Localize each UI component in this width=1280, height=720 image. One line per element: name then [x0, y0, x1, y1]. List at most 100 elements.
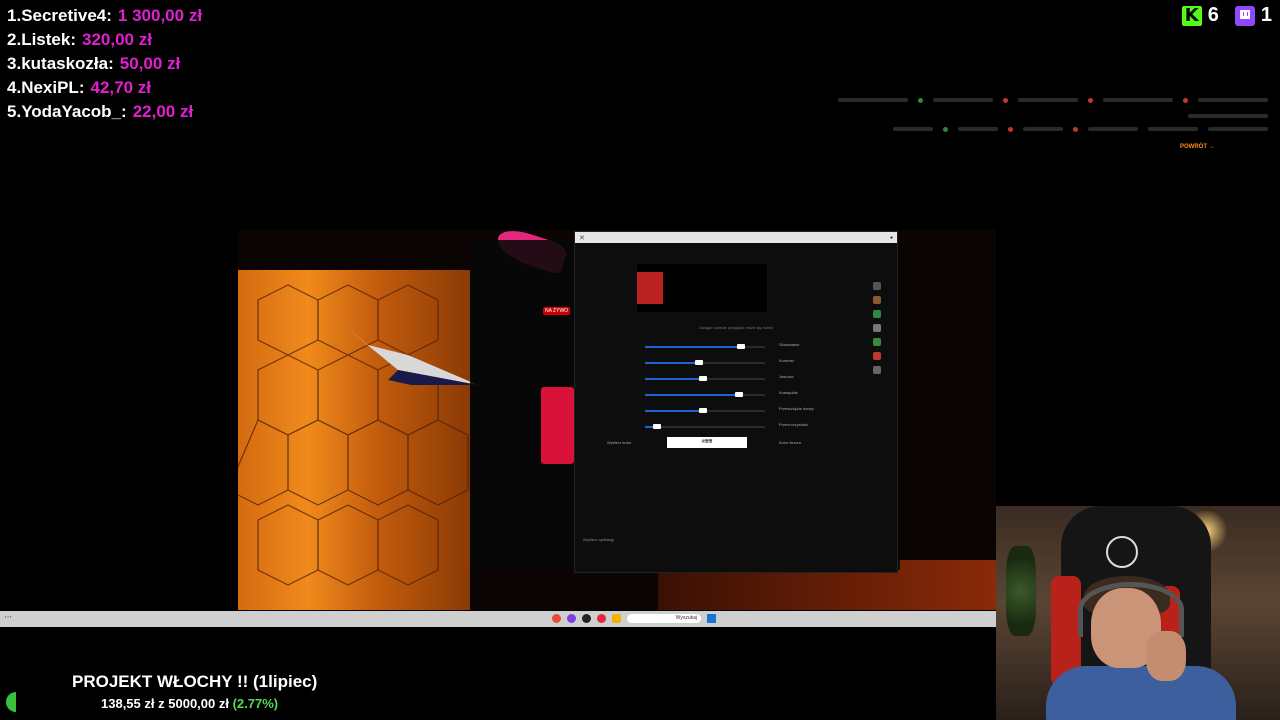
- tab-favicon-icon: [1088, 97, 1093, 103]
- address-bar-text: [1188, 114, 1268, 118]
- leaderboard-row: 5. YodaYacob_: 22,00 zł: [7, 102, 202, 126]
- slider-label: Kontrast: [779, 358, 794, 363]
- bookmark-item[interactable]: [893, 127, 933, 131]
- live-tag: NA ŻYWO: [543, 307, 571, 315]
- close-icon[interactable]: ✕: [579, 234, 585, 242]
- slider-label: Przezroczystość: [779, 422, 809, 427]
- back-link[interactable]: POWRÓT →: [1180, 144, 1215, 150]
- slider-thumb[interactable]: [695, 360, 703, 365]
- bookmark-item[interactable]: [958, 127, 998, 131]
- leaderboard-name: NexiPL:: [21, 78, 85, 97]
- leaderboard-rank: 4.: [7, 78, 22, 97]
- plant: [1006, 546, 1036, 636]
- app-icon[interactable]: [873, 296, 881, 304]
- leaderboard-rank: 1.: [7, 6, 22, 25]
- taskbar-apps: Wyszukaj: [552, 614, 716, 623]
- slider-thumb[interactable]: [698, 376, 707, 381]
- browser-tab-strip: [838, 96, 1268, 104]
- browser-tab[interactable]: [1198, 98, 1268, 102]
- twitch-viewer-count: 1: [1234, 4, 1272, 27]
- slider-thumb[interactable]: [653, 424, 661, 429]
- slider-label: Krawędzie: [779, 390, 798, 395]
- goal-progress-text: 138,55 zł z 5000,00 zł (2.77%): [101, 696, 278, 711]
- streamer-hand: [1146, 631, 1186, 681]
- folder-icon[interactable]: [612, 614, 621, 623]
- kick-count-value: 6: [1207, 4, 1219, 26]
- goal-raised: 138,55 zł: [101, 696, 155, 711]
- leaderboard-rank: 5.: [7, 102, 22, 121]
- kick-icon: [1181, 5, 1202, 26]
- chrome-icon[interactable]: [552, 614, 561, 623]
- bookmark-icon: [1073, 126, 1078, 132]
- app-icon[interactable]: [873, 282, 881, 290]
- slider-opacity[interactable]: Przezroczystość: [605, 422, 835, 432]
- slider-track[interactable]: [645, 426, 765, 428]
- leaderboard-amount: 42,70 zł: [90, 78, 151, 97]
- viewer-counters: 6 1: [1181, 4, 1272, 27]
- app-icon[interactable]: [873, 324, 881, 332]
- slider-contrast[interactable]: Kontrast: [605, 358, 835, 368]
- bookmark-item[interactable]: [1148, 127, 1198, 131]
- slider-label: Jasność: [779, 374, 794, 379]
- browser-tab[interactable]: [838, 98, 908, 102]
- app-icon[interactable]: [873, 366, 881, 374]
- twitch-icon: [1234, 5, 1255, 26]
- taskbar-search[interactable]: Wyszukaj: [627, 614, 701, 623]
- color-key-row: Wybierz kolor #ffffff Kolor klucza: [605, 437, 835, 449]
- slider-brightness[interactable]: Jasność: [605, 374, 835, 384]
- wood-hex-pattern: [238, 284, 469, 586]
- app-picker-label[interactable]: Wybierz aplikację: [583, 537, 614, 542]
- slider-thumb[interactable]: [737, 344, 745, 349]
- app-icon[interactable]: [873, 338, 881, 346]
- browser-tab[interactable]: [1103, 98, 1173, 102]
- browser-tab[interactable]: [1018, 98, 1078, 102]
- kick-viewer-count: 6: [1181, 4, 1219, 27]
- windows-start-icon[interactable]: [707, 614, 716, 623]
- color-value-field[interactable]: #ffffff: [667, 437, 747, 448]
- slider-fill: [645, 346, 741, 348]
- browser-bookmarks-bar: [893, 125, 1268, 133]
- preview-image: [637, 272, 663, 304]
- red-card: [541, 387, 574, 464]
- browser-tab[interactable]: [933, 98, 993, 102]
- leaderboard-rank: 3.: [7, 54, 22, 73]
- goal-target: 5000,00 zł: [168, 696, 229, 711]
- bookmark-item[interactable]: [1088, 127, 1138, 131]
- obs-icon[interactable]: [582, 614, 591, 623]
- streamer-shirt: [1046, 666, 1236, 720]
- app-icon[interactable]: [567, 614, 576, 623]
- slider-fill: [645, 394, 739, 396]
- goal-separator: z: [158, 696, 165, 711]
- goal-progress-ring: [6, 692, 16, 712]
- tray-icon[interactable]: ▪ ▪ ▪: [5, 614, 11, 619]
- leaderboard-amount: 50,00 zł: [119, 54, 181, 73]
- windows-taskbar: ▪ ▪ ▪ Wyszukaj: [0, 611, 996, 627]
- opera-icon[interactable]: [597, 614, 606, 623]
- color-label-left: Wybierz kolor: [607, 440, 632, 445]
- app-icon[interactable]: [873, 310, 881, 318]
- browser-address-bar[interactable]: [1188, 112, 1268, 120]
- slider-thumb[interactable]: [698, 408, 707, 413]
- leaderboard-name: YodaYacob_:: [21, 102, 127, 121]
- filter-settings-dialog: ✕ ● Uwaga: rozmiar podglądu może się róż…: [574, 231, 898, 573]
- leaderboard-rank: 2.: [7, 30, 22, 49]
- bookmark-icon: [943, 126, 948, 132]
- headset: [1078, 582, 1184, 637]
- claw-weapon: [343, 325, 478, 385]
- slider-thumb[interactable]: [734, 392, 743, 397]
- slider-hue[interactable]: Przesunięcie barwy: [605, 406, 835, 416]
- slider-label: Przesunięcie barwy: [779, 406, 814, 411]
- donation-goal: PROJEKT WŁOCHY !! (1lipiec) 138,55 zł z …: [0, 668, 340, 720]
- tab-favicon-icon: [918, 97, 923, 103]
- bookmark-item[interactable]: [1023, 127, 1063, 131]
- slider-edges[interactable]: Krawędzie: [605, 390, 835, 400]
- app-icon[interactable]: [873, 352, 881, 360]
- slider-scale[interactable]: Skalowanie: [605, 342, 835, 352]
- slider-label: Skalowanie: [779, 342, 800, 347]
- taskbar-tray: ▪ ▪ ▪: [5, 614, 11, 619]
- slider-fill: [645, 410, 703, 412]
- leaderboard-name: kutaskozła:: [21, 54, 114, 73]
- bookmark-item[interactable]: [1208, 127, 1268, 131]
- leaderboard-row: 2. Listek: 320,00 zł: [7, 30, 202, 54]
- leaderboard-row: 3. kutaskozła: 50,00 zł: [7, 54, 202, 78]
